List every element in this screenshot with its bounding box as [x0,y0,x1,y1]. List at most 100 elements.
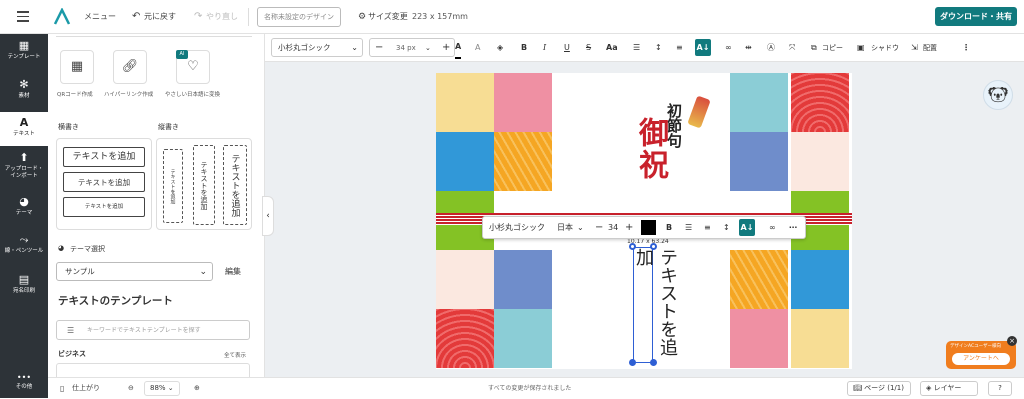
tile [730,73,788,132]
floating-more-icon[interactable]: ⋯ [789,217,797,238]
mascot-avatar[interactable]: 🐨︎ [983,80,1013,110]
selected-text-box[interactable]: テキストを追加 [633,247,678,363]
floating-minus-button[interactable]: − [595,217,603,238]
resize-handle[interactable] [650,359,657,366]
transform-icon[interactable]: ⤧ [789,34,795,62]
shadow-button[interactable]: シャドウ [871,34,899,62]
logo-icon[interactable] [53,7,71,30]
more-options-icon[interactable]: ⋮ [962,34,970,62]
hamburger-icon[interactable] [17,10,29,22]
link-icon[interactable]: ∞ [725,34,732,62]
text-color-icon[interactable]: A [455,37,462,59]
rail-item-theme[interactable]: ◕ テーマ [0,196,48,224]
line-height-icon[interactable]: ↕ [655,34,662,62]
rail-item-pen[interactable]: ⤳ 線・ペンツール [0,234,48,262]
rail-item-text[interactable]: A テキスト [0,112,48,146]
add-vertical-text-medium-button[interactable]: テキストを追加 [193,145,215,225]
add-text-large-button[interactable]: テキストを追加 [63,147,145,167]
chevron-down-icon[interactable]: ⌄ [425,39,431,57]
survey-button[interactable]: アンケートへ [952,353,1010,365]
strikethrough-button[interactable]: S [586,34,591,62]
underline-button[interactable]: U [564,34,570,62]
close-icon[interactable]: × [1007,336,1017,346]
resize-handle[interactable] [629,359,636,366]
panel-collapse-tab[interactable]: ‹ [262,196,274,236]
rail-item-material[interactable]: ✻ 素材 [0,79,48,107]
align-left-icon[interactable]: ☰ [633,34,640,62]
minus-button[interactable]: − [375,39,383,56]
italic-button[interactable]: I [543,34,546,62]
title-big-text[interactable]: 御祝 [628,117,672,181]
floating-vertical-text-button[interactable]: A↓ [739,219,755,236]
floating-lang[interactable]: 日本 [557,217,573,238]
arrange-icon[interactable]: ⇲ [911,34,918,62]
finish-button[interactable]: 仕上がり [72,378,100,399]
floating-list-icon[interactable]: ≡ [704,217,711,238]
rail-item-address-print[interactable]: ▤ 宛名印刷 [0,274,48,302]
qr-code-button[interactable]: ▦ [60,50,94,84]
tile [791,309,849,368]
floating-link-icon[interactable]: ∞ [769,217,776,238]
rail-item-upload[interactable]: ⬆ アップロード・ インポート [0,152,48,186]
hyperlink-button[interactable]: 🔗︎ [113,50,147,84]
shadow-icon[interactable]: ▣ [857,34,865,62]
format-toolbar: 小杉丸ゴシック ⌄ − 34 px ⌄ + A A ◈ B I U S Aa ☰… [265,34,1024,62]
redo-button[interactable]: やり直し [206,0,238,34]
plus-button[interactable]: + [442,39,450,56]
tile [791,73,849,132]
bold-button[interactable]: B [521,34,527,62]
rail-item-more[interactable]: ••• その他 [0,374,48,394]
zoom-select[interactable]: 88% ⌄ [144,381,180,396]
layer-button[interactable]: ◈ レイヤー [920,381,978,396]
document-name-input[interactable]: 名称未設定のデザイン [257,7,341,27]
easy-japanese-button[interactable]: ♡ AI [176,50,210,84]
add-vertical-text-large-button[interactable]: テキストを追加 [223,145,247,225]
theme-edit-button[interactable]: 編集 [225,266,241,277]
help-button[interactable]: ? [988,381,1012,396]
effect-icon[interactable]: Ⓐ [767,34,775,62]
page-button[interactable]: 📖︎ ページ (1/1) [847,381,911,396]
text-outline-icon[interactable]: A [475,34,480,62]
fill-bucket-icon[interactable]: ◈ [497,34,503,62]
menu-button[interactable]: メニュー [84,0,116,34]
survey-popup[interactable]: デザインACユーザー様向 アンケートへ × [946,336,1017,369]
resize-handle[interactable] [650,243,657,250]
text-icon: A [19,116,29,129]
floating-size[interactable]: 34 [608,217,618,238]
arrange-button[interactable]: 配置 [923,34,937,62]
copy-button[interactable]: コピー [822,34,843,62]
download-share-button[interactable]: ダウンロード・共有 [935,7,1017,26]
floating-align-icon[interactable]: ☰ [685,217,692,238]
size-change-button[interactable]: サイズ変更 [368,0,408,34]
floating-bold-button[interactable]: B [666,217,672,238]
copy-icon[interactable]: ⧉ [811,34,817,62]
undo-icon[interactable]: ↶ [132,0,140,34]
resize-handle[interactable] [629,243,636,250]
list-icon[interactable]: ≡ [676,34,683,62]
business-template-preview[interactable] [56,363,250,377]
template-search-field[interactable]: ☰ キーワードでテキストテンプレートを探す [56,320,250,340]
add-text-medium-button[interactable]: テキストを追加 [63,172,145,192]
color-swatch[interactable] [641,220,656,235]
font-select[interactable]: 小杉丸ゴシック ⌄ [271,38,363,57]
chevron-down-icon[interactable]: ⌄ [577,217,584,238]
floating-line-height-icon[interactable]: ↕ [723,217,730,238]
floating-plus-button[interactable]: + [625,217,633,238]
redo-icon[interactable]: ↷ [194,0,202,34]
vertical-text-button[interactable]: A↓ [695,39,711,56]
add-text-small-button[interactable]: テキストを追加 [63,197,145,217]
gear-icon[interactable]: ⚙ [358,0,366,34]
panel-top-divider [56,36,252,37]
add-vertical-text-small-button[interactable]: テキストを追加 [163,149,183,223]
floating-font-select[interactable]: 小杉丸ゴシック [489,217,545,238]
rail-item-template[interactable]: ▦ テンプレート [0,40,48,70]
case-button[interactable]: Aa [606,34,618,62]
zoom-out-icon[interactable]: ⊖ [128,378,134,399]
undo-button[interactable]: 元に戻す [144,0,176,34]
show-all-link[interactable]: 全て表示 [224,351,246,359]
status-bar: ▯ 仕上がり ⊖ 88% ⌄ ⊕ すべての変更が保存されました 📖︎ ページ (… [48,377,1024,398]
theme-select[interactable]: サンプル ⌄ [56,262,213,281]
tile [730,309,788,368]
spacing-icon[interactable]: ⇹ [745,34,752,62]
zoom-in-icon[interactable]: ⊕ [194,378,200,399]
